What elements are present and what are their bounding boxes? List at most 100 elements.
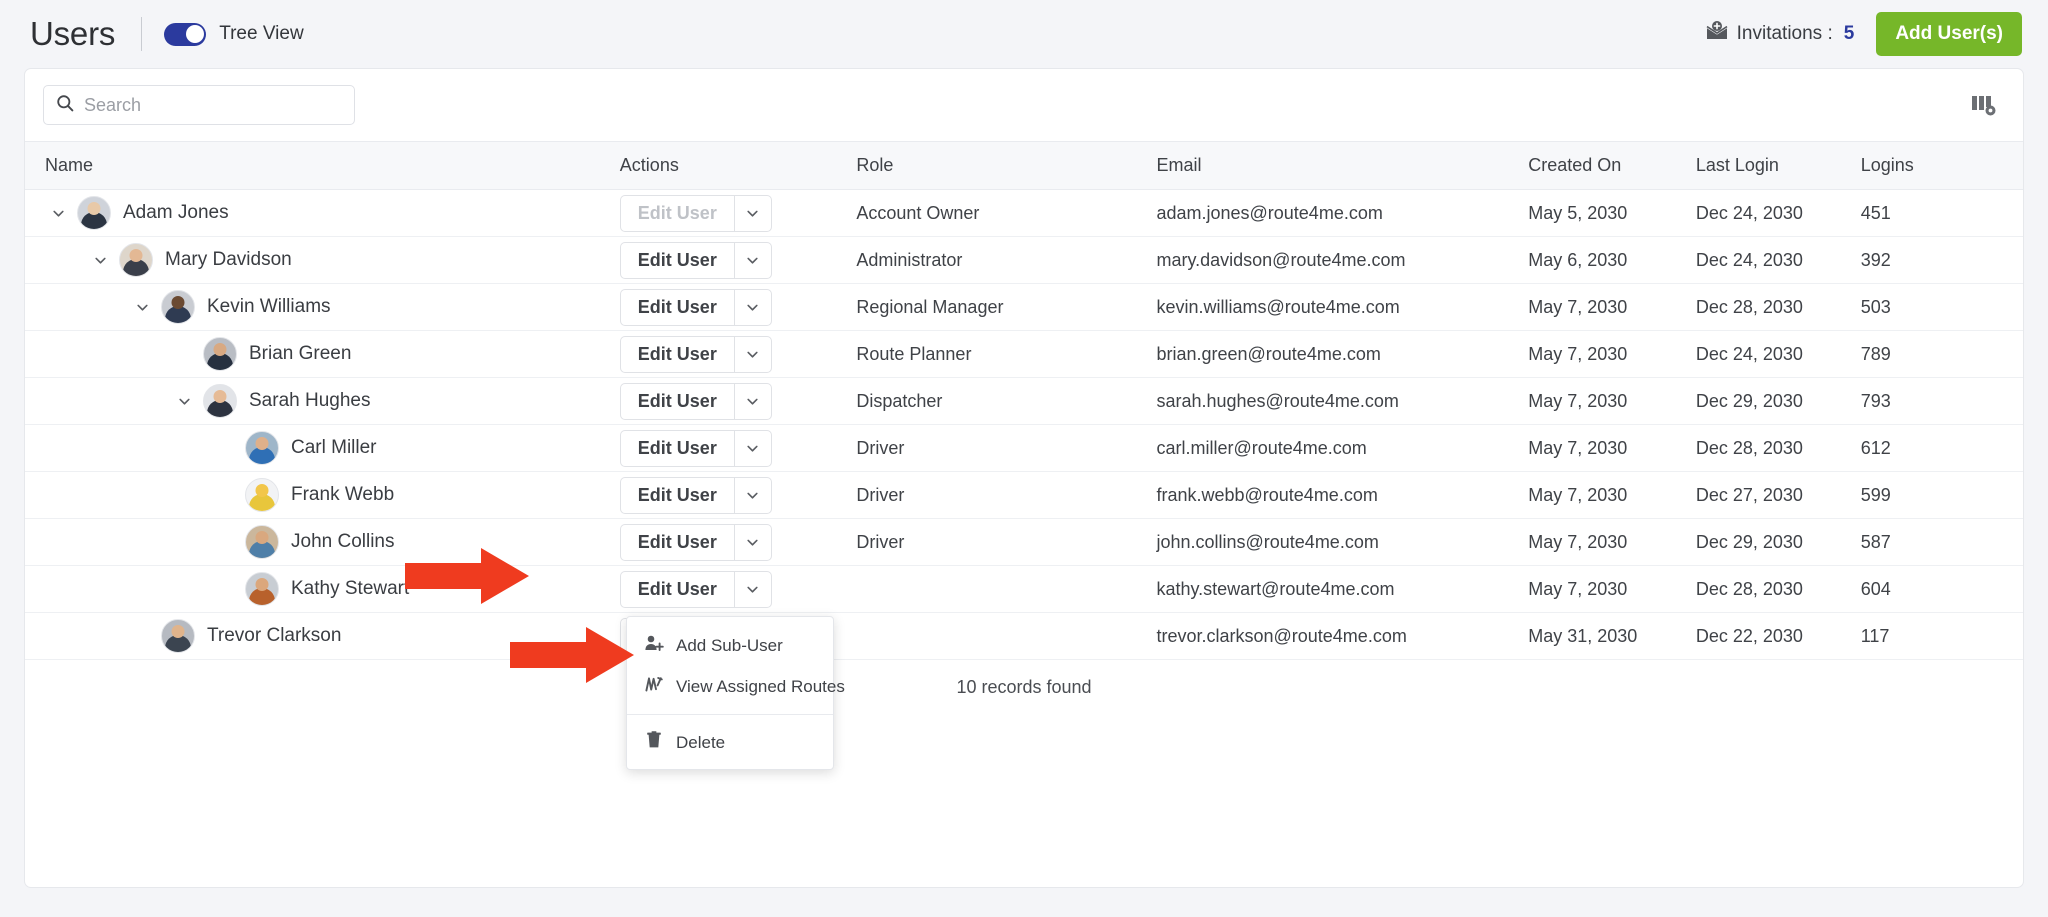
cell-created-on: May 31, 2030 (1528, 612, 1696, 660)
expand-chevron-icon[interactable] (45, 200, 71, 226)
cell-role: Driver (856, 518, 1157, 566)
column-header-role[interactable]: Role (856, 141, 1157, 190)
add-users-button[interactable]: Add User(s) (1876, 12, 2022, 56)
expand-chevron-icon[interactable] (171, 388, 197, 414)
cell-created-on: May 7, 2030 (1528, 424, 1696, 472)
cell-last-login: Dec 28, 2030 (1695, 565, 1861, 613)
cell-role: Driver (856, 424, 1157, 472)
avatar (245, 431, 279, 465)
cell-role (856, 565, 1157, 613)
column-settings-icon[interactable] (1971, 93, 1997, 117)
row-actions-caret-icon[interactable] (733, 523, 772, 561)
cell-created-on: May 7, 2030 (1528, 377, 1696, 425)
menu-item-delete[interactable]: Delete (627, 722, 833, 763)
row-action-split-button[interactable]: Edit User (619, 382, 772, 420)
cell-name: Kevin Williams (25, 283, 620, 331)
table-row[interactable]: Carl Miller Edit User Driver carl.miller@ro… (25, 424, 2023, 472)
row-action-split-button[interactable]: Edit User (619, 288, 772, 326)
users-card: Name Actions Role Email Created On Last … (24, 68, 2024, 888)
cell-name: Brian Green (25, 330, 620, 378)
row-actions-caret-icon[interactable] (733, 194, 772, 232)
menu-item-add-sub-user[interactable]: Add Sub-User (627, 625, 833, 666)
cell-email: brian.green@route4me.com (1156, 330, 1529, 378)
table-row[interactable]: Brian Green Edit User Route Planner brian.g… (25, 330, 2023, 378)
invitation-envelope-icon (1706, 21, 1728, 47)
menu-item-label: Delete (676, 732, 726, 752)
tree-view-toggle-group[interactable]: Tree View (164, 22, 304, 46)
invitations-button[interactable]: Invitations : 5 (1706, 21, 1854, 47)
cell-logins: 451 (1860, 189, 2023, 237)
table-row[interactable]: Trevor ClarksonEdit Usertrevor.clarkson@… (25, 612, 2023, 660)
row-action-split-button[interactable]: Edit User (619, 194, 772, 232)
cell-name: John Collins (25, 518, 620, 566)
cell-actions: Edit User (619, 424, 857, 472)
row-action-split-button[interactable]: Edit User (619, 523, 772, 561)
table-row[interactable]: Adam Jones Edit User Account Owner adam.jon… (25, 189, 2023, 237)
row-actions-caret-icon[interactable] (733, 570, 772, 608)
row-actions-caret-icon[interactable] (733, 241, 772, 279)
cell-actions: Edit User (619, 236, 857, 284)
cell-logins: 503 (1860, 283, 2023, 331)
cell-name: Mary Davidson (25, 236, 620, 284)
edit-user-button[interactable]: Edit User (619, 476, 734, 514)
row-actions-dropdown[interactable]: Add Sub-User View Assigned Routes Delete (626, 616, 845, 770)
table-row[interactable]: Frank Webb Edit User Driver frank.webb@rout… (25, 471, 2023, 519)
cell-name: Kathy Stewart (25, 565, 620, 613)
row-actions-caret-icon[interactable] (733, 429, 772, 467)
table-row[interactable]: Kathy Stewart Edit User kathy.stewart@rout… (25, 565, 2023, 613)
column-header-last-login[interactable]: Last Login (1695, 141, 1861, 190)
cell-actions: Edit User (619, 518, 857, 566)
table-row[interactable]: Sarah Hughes Edit User Dispatcher sarah.hug… (25, 377, 2023, 425)
table-header-row: Name Actions Role Email Created On Last … (25, 141, 2023, 190)
column-header-created-on[interactable]: Created On (1528, 141, 1696, 190)
cell-created-on: May 7, 2030 (1528, 518, 1696, 566)
cell-actions: Edit User (619, 471, 857, 519)
table-row[interactable]: John Collins Edit User Driver john.collins@… (25, 518, 2023, 566)
edit-user-button[interactable]: Edit User (619, 429, 734, 467)
header-divider (141, 17, 143, 51)
column-header-email[interactable]: Email (1156, 141, 1529, 190)
expand-chevron-icon[interactable] (87, 247, 113, 273)
row-actions-caret-icon[interactable] (733, 476, 772, 514)
expand-chevron-icon[interactable] (129, 294, 155, 320)
column-header-name[interactable]: Name (25, 141, 620, 190)
cell-email: trevor.clarkson@route4me.com (1156, 612, 1529, 660)
edit-user-button[interactable]: Edit User (619, 523, 734, 561)
menu-item-view-assigned-routes[interactable]: View Assigned Routes (627, 666, 845, 707)
menu-item-label: View Assigned Routes (676, 676, 845, 696)
cell-role: Regional Manager (856, 283, 1157, 331)
row-actions-caret-icon[interactable] (733, 382, 772, 420)
row-actions-caret-icon[interactable] (733, 335, 772, 373)
row-action-split-button[interactable]: Edit User (619, 241, 772, 279)
search-input[interactable] (84, 94, 342, 116)
user-name: Trevor Clarkson (207, 625, 342, 646)
user-name: Adam Jones (123, 202, 229, 223)
edit-user-button[interactable]: Edit User (619, 570, 734, 608)
row-action-split-button[interactable]: Edit User (619, 476, 772, 514)
column-header-actions[interactable]: Actions (619, 141, 857, 190)
row-actions-caret-icon[interactable] (733, 288, 772, 326)
row-action-split-button[interactable]: Edit User (619, 570, 772, 608)
cell-created-on: May 6, 2030 (1528, 236, 1696, 284)
row-action-split-button[interactable]: Edit User (619, 335, 772, 373)
edit-user-button[interactable]: Edit User (619, 335, 734, 373)
cell-email: frank.webb@route4me.com (1156, 471, 1529, 519)
search-box[interactable] (43, 85, 355, 125)
row-action-split-button[interactable]: Edit User (619, 429, 772, 467)
cell-logins: 117 (1860, 612, 2023, 660)
cell-role: Administrator (856, 236, 1157, 284)
user-name: Frank Webb (291, 484, 395, 505)
table-row[interactable]: Mary Davidson Edit User Administrator mary.… (25, 236, 2023, 284)
edit-user-button[interactable]: Edit User (619, 382, 734, 420)
user-name: Kevin Williams (207, 296, 331, 317)
cell-role: Account Owner (856, 189, 1157, 237)
cell-created-on: May 7, 2030 (1528, 330, 1696, 378)
tree-view-label: Tree View (219, 23, 304, 44)
column-header-logins[interactable]: Logins (1860, 141, 2023, 190)
edit-user-button[interactable]: Edit User (619, 241, 734, 279)
table-row[interactable]: Kevin Williams Edit User Regional Manager k… (25, 283, 2023, 331)
tree-view-toggle[interactable] (164, 22, 207, 46)
edit-user-button[interactable]: Edit User (619, 288, 734, 326)
cell-last-login: Dec 24, 2030 (1695, 189, 1861, 237)
avatar (203, 384, 237, 418)
